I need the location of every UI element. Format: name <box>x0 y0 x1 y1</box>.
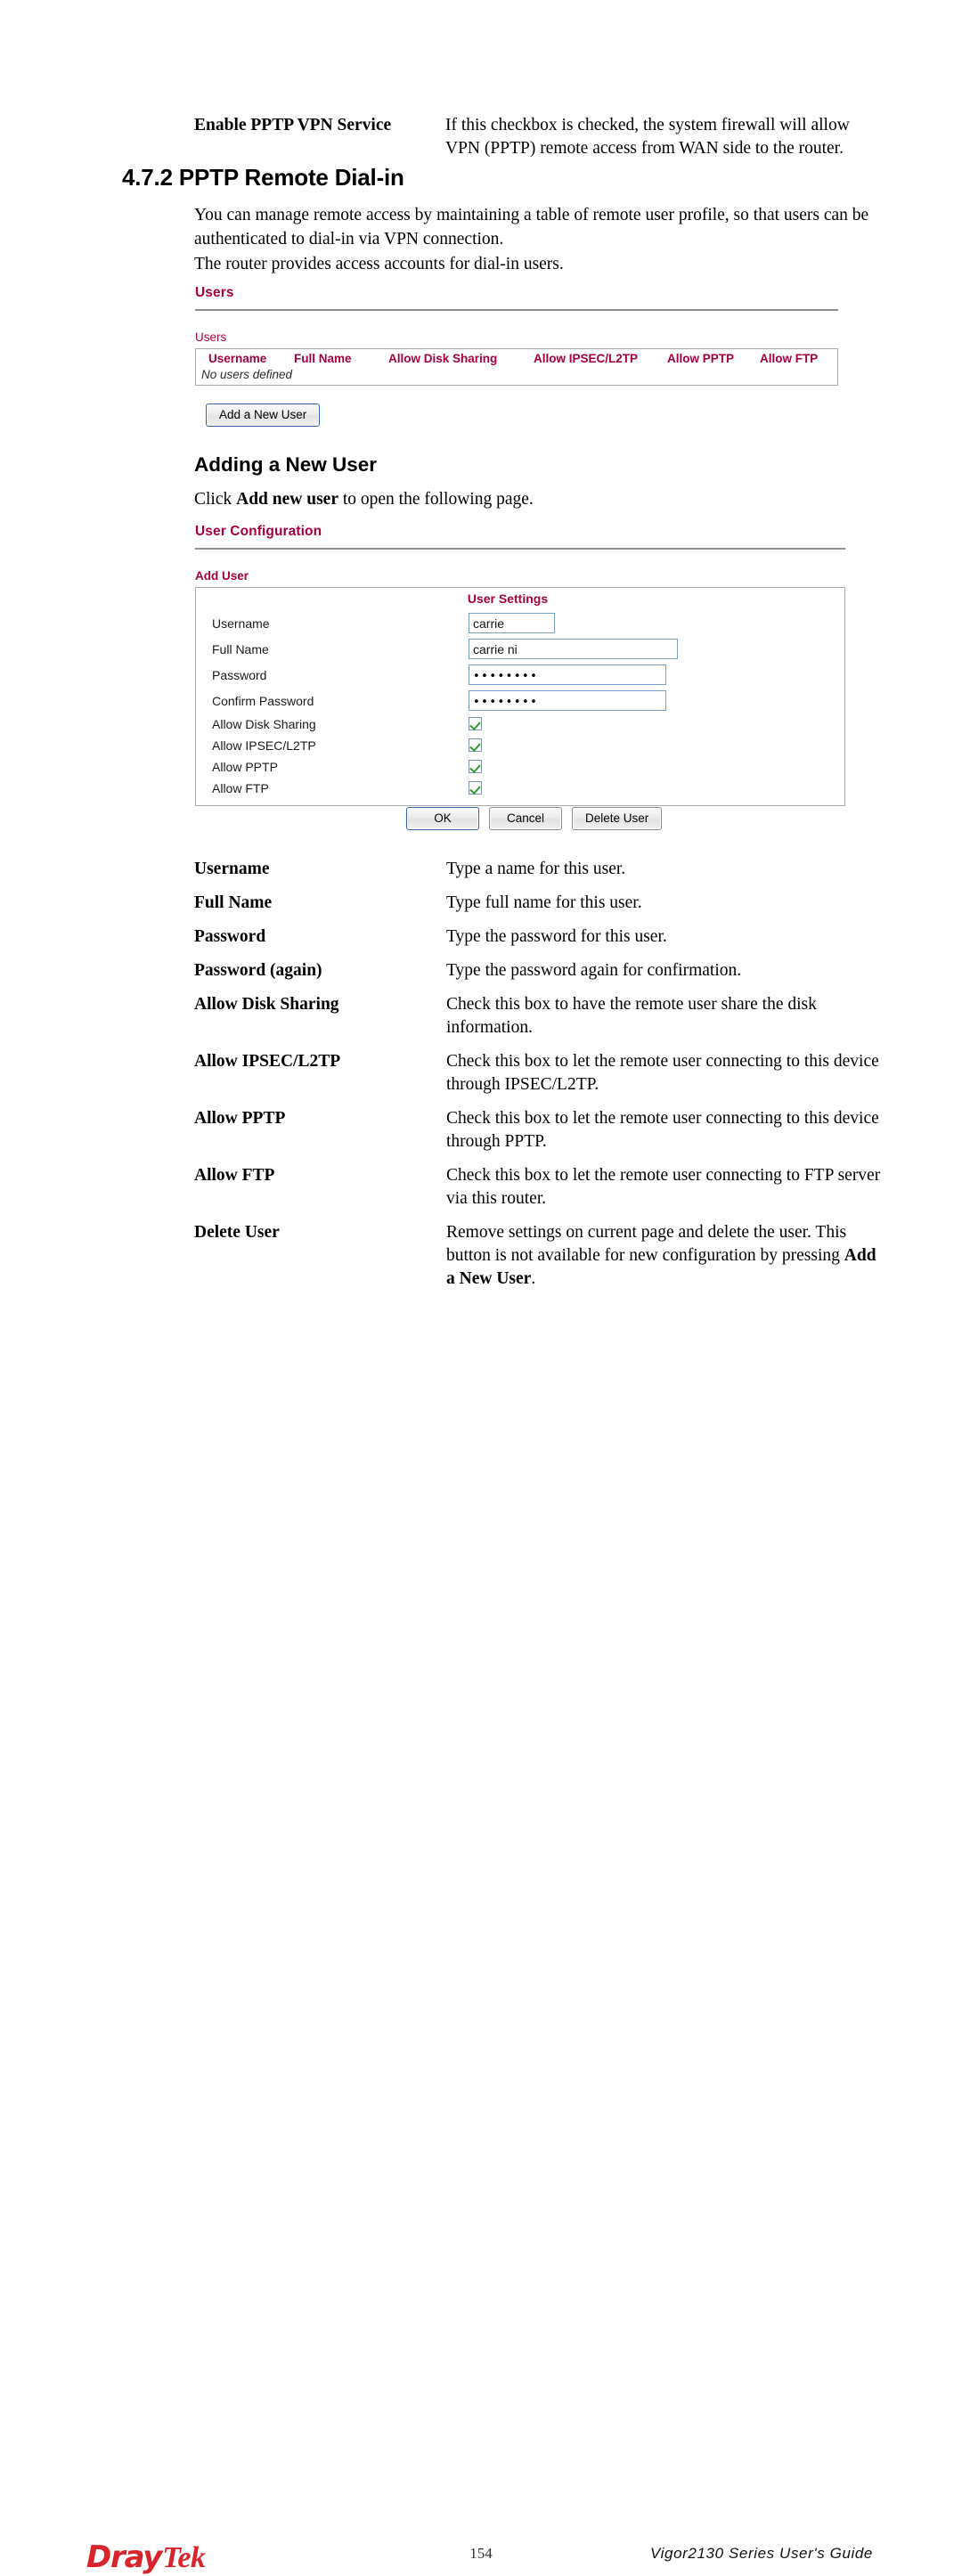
definition-term: Allow IPSEC/L2TP <box>194 1052 341 1071</box>
definition-description: Type full name for this user. <box>446 893 642 912</box>
users-table: Username Full Name Allow Disk Sharing Al… <box>196 349 837 385</box>
section-paragraph-1: You can manage remote access by maintain… <box>194 206 869 249</box>
delete-user-button[interactable]: Delete User <box>572 807 663 830</box>
definition-term: Password (again) <box>194 961 322 980</box>
allow-ftp-checkbox[interactable] <box>469 781 482 795</box>
guide-title: Vigor2130 Series User's Guide <box>650 2545 873 2562</box>
label-allow-pptp: Allow PPTP <box>212 760 278 774</box>
document-page: Enable PPTP VPN Service If this checkbox… <box>0 0 962 2575</box>
definition-term: Allow PPTP <box>194 1109 286 1128</box>
definition-description: Type a name for this user. <box>446 860 626 878</box>
users-table-container: Username Full Name Allow Disk Sharing Al… <box>195 348 838 386</box>
definition-row-full-name: Full Name Type full name for this user. <box>194 892 882 915</box>
user-settings-header: User Settings <box>467 591 549 606</box>
label-full-name: Full Name <box>212 641 269 656</box>
cancel-button[interactable]: Cancel <box>489 807 562 830</box>
allow-pptp-checkbox[interactable] <box>469 760 482 774</box>
definition-description: If this checkbox is checked, the system … <box>445 116 850 158</box>
confirm-password-masked-value: •••••••• <box>473 696 539 709</box>
definition-row-allow-disk-sharing: Allow Disk Sharing Check this box to hav… <box>194 993 882 1039</box>
label-allow-ftp: Allow FTP <box>212 781 269 795</box>
add-user-table-label: Add User <box>195 569 249 583</box>
confirm-password-input[interactable]: •••••••• <box>469 690 666 711</box>
form-row-allow-pptp: Allow PPTP <box>196 756 844 778</box>
users-panel-title: Users <box>195 285 234 300</box>
definition-description: Check this box to let the remote user co… <box>446 1109 879 1151</box>
form-row-full-name: Full Name carrie ni <box>196 636 844 662</box>
label-allow-disk-sharing: Allow Disk Sharing <box>212 717 316 731</box>
password-input[interactable]: •••••••• <box>469 664 666 685</box>
definition-description: Type the password for this user. <box>446 927 667 946</box>
definition-row-allow-ipsec-l2tp: Allow IPSEC/L2TP Check this box to let t… <box>194 1050 882 1096</box>
definition-description: Type the password again for confirmation… <box>446 961 742 980</box>
column-header-full-name: Full Name <box>294 352 352 365</box>
label-password: Password <box>212 667 267 682</box>
page-footer: DrayTek 154 Vigor2130 Series User's Guid… <box>0 1268 962 2575</box>
definition-term: Full Name <box>194 893 273 912</box>
user-configuration-panel-title: User Configuration <box>195 524 322 539</box>
definition-row-password: Password Type the password for this user… <box>194 925 882 949</box>
description-text-part-1: Remove settings on current page and dele… <box>446 1223 847 1265</box>
definition-row-username: Username Type a name for this user. <box>194 858 882 881</box>
instruction-suffix: to open the following page. <box>338 490 534 509</box>
password-masked-value: •••••••• <box>473 670 539 683</box>
form-row-confirm-password: Confirm Password •••••••• <box>196 688 844 713</box>
definition-enable-pptp-vpn-service: Enable PPTP VPN Service If this checkbox… <box>194 114 880 170</box>
column-header-allow-pptp: Allow PPTP <box>667 352 735 365</box>
column-header-allow-ipsec-l2tp: Allow IPSEC/L2TP <box>534 352 639 365</box>
allow-disk-sharing-checkbox[interactable] <box>469 717 482 731</box>
add-new-user-button-container: Add a New User <box>206 404 321 427</box>
section-paragraph-2: The router provides access accounts for … <box>194 255 564 273</box>
column-header-allow-ftp: Allow FTP <box>760 352 819 365</box>
definition-term: Allow FTP <box>194 1166 275 1185</box>
column-header-allow-disk-sharing: Allow Disk Sharing <box>388 352 498 365</box>
table-row-empty: No users defined <box>196 368 837 385</box>
form-row-allow-ipsec-l2tp: Allow IPSEC/L2TP <box>196 735 844 756</box>
instruction-bold-term: Add new user <box>236 490 338 509</box>
section-heading: 4.7.2 PPTP Remote Dial-in <box>122 164 404 191</box>
form-row-allow-disk-sharing: Allow Disk Sharing <box>196 713 844 735</box>
instruction-prefix: Click <box>194 490 237 509</box>
definition-term: Allow Disk Sharing <box>194 995 339 1014</box>
subsection-heading: Adding a New User <box>194 453 378 476</box>
add-a-new-user-button[interactable]: Add a New User <box>206 404 321 427</box>
label-allow-ipsec-l2tp: Allow IPSEC/L2TP <box>212 738 316 753</box>
user-settings-form: Username carrie Full Name carrie ni Pass… <box>196 610 844 799</box>
ok-button[interactable]: OK <box>406 807 479 830</box>
definition-description: Check this box to have the remote user s… <box>446 995 817 1037</box>
definition-description: Check this box to let the remote user co… <box>446 1166 881 1208</box>
username-input[interactable]: carrie <box>469 613 555 633</box>
form-row-allow-ftp: Allow FTP <box>196 778 844 799</box>
subsection-instruction: Click Add new user to open the following… <box>194 488 882 512</box>
label-confirm-password: Confirm Password <box>212 693 314 708</box>
add-user-form-container: User Settings Username carrie Full Name … <box>195 587 845 806</box>
definition-description: Check this box to let the remote user co… <box>446 1052 879 1094</box>
form-row-username: Username carrie <box>196 610 844 636</box>
field-descriptions-list: Username Type a name for this user. Full… <box>194 858 882 1301</box>
definition-term: Password <box>194 927 266 946</box>
allow-ipsec-l2tp-checkbox[interactable] <box>469 738 482 753</box>
user-configuration-panel-screenshot: User Configuration Add User User Setting… <box>195 524 845 806</box>
definition-row-allow-pptp: Allow PPTP Check this box to let the rem… <box>194 1107 882 1153</box>
definition-term: Username <box>194 860 270 878</box>
table-header-row: Username Full Name Allow Disk Sharing Al… <box>196 349 837 368</box>
definition-row-password-again: Password (again) Type the password again… <box>194 959 882 982</box>
full-name-input[interactable]: carrie ni <box>469 639 678 659</box>
definition-row-allow-ftp: Allow FTP Check this box to let the remo… <box>194 1164 882 1211</box>
form-row-password: Password •••••••• <box>196 662 844 688</box>
empty-state-message: No users defined <box>201 368 293 381</box>
form-action-buttons: OK Cancel Delete User <box>406 807 663 830</box>
definition-term: Delete User <box>194 1223 280 1242</box>
users-panel-screenshot: Users Users Username Full Name Allow Dis… <box>195 285 838 386</box>
label-username: Username <box>212 615 270 631</box>
users-table-label: Users <box>195 330 227 344</box>
definition-term: Enable PPTP VPN Service <box>194 116 392 135</box>
column-header-username: Username <box>208 352 267 365</box>
